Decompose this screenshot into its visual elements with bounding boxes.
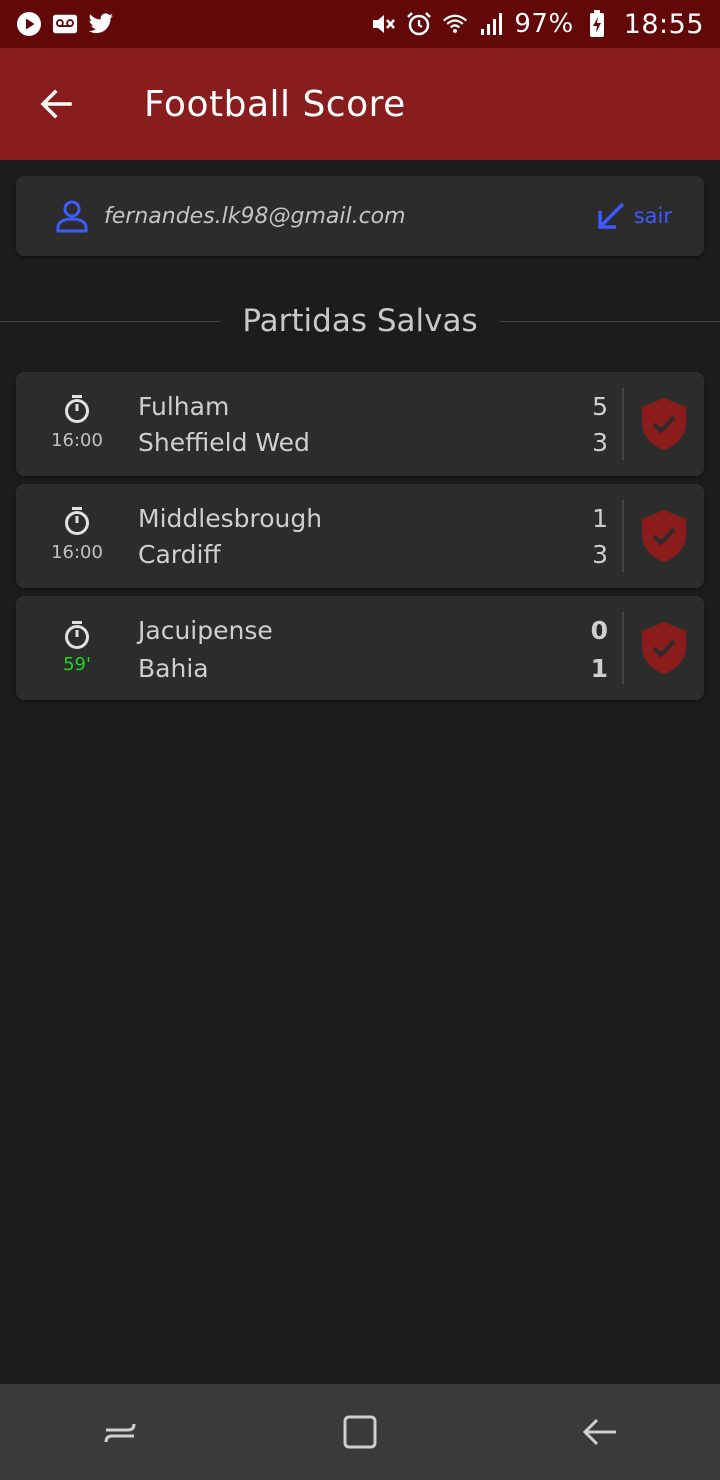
app-bar: Football Score [0, 48, 720, 160]
back-icon [582, 1418, 616, 1446]
saved-match-button[interactable] [636, 618, 692, 678]
user-card: fernandes.lk98@gmail.com sair [16, 176, 704, 256]
match-time: 16:00 [51, 430, 103, 451]
back-nav-button[interactable] [570, 1402, 630, 1462]
battery-charging-icon [584, 10, 610, 37]
saved-match-button[interactable] [636, 394, 692, 454]
match-card[interactable]: 16:00 Fulham Sheffield Wed 5 3 [16, 372, 704, 476]
shield-check-icon [642, 398, 686, 450]
status-bar: 97% 18:55 [0, 0, 720, 48]
recents-icon [104, 1423, 136, 1443]
home-team: Middlesbrough [138, 504, 323, 533]
match-card[interactable]: 16:00 Middlesbrough Cardiff 1 3 [16, 484, 704, 588]
mute-icon [370, 11, 396, 37]
battery-percent: 97% [514, 9, 574, 39]
timer-icon [65, 395, 89, 423]
section-title: Partidas Salvas [242, 303, 478, 339]
person-icon [52, 196, 92, 236]
away-team: Cardiff [138, 540, 221, 569]
home-icon [343, 1415, 377, 1449]
timer-icon [65, 507, 89, 535]
home-team: Fulham [138, 392, 230, 421]
match-list: 16:00 Fulham Sheffield Wed 5 3 16:00 Mid… [16, 372, 704, 708]
wifi-icon [442, 11, 468, 37]
divider-right [499, 320, 720, 322]
away-team: Sheffield Wed [138, 428, 310, 457]
away-score: 3 [592, 428, 608, 457]
status-right: 97% 18:55 [370, 9, 704, 40]
screen: 97% 18:55 Football Score fernandes.lk98@… [0, 0, 720, 1480]
divider-left [0, 320, 221, 322]
card-divider [622, 612, 624, 684]
alarm-icon [406, 11, 432, 37]
arrow-back-icon [40, 89, 72, 119]
card-divider [622, 500, 624, 572]
shield-check-icon [642, 510, 686, 562]
away-score: 3 [592, 540, 608, 569]
home-score: 5 [592, 392, 608, 421]
twitter-icon [88, 11, 114, 37]
match-card[interactable]: 59' Jacuipense Bahia 0 1 [16, 596, 704, 700]
logout-label: sair [633, 204, 672, 228]
home-button[interactable] [330, 1402, 390, 1462]
home-score: 0 [590, 616, 608, 645]
arrow-down-left-icon [597, 202, 624, 229]
system-nav-bar [0, 1384, 720, 1480]
signal-icon [478, 11, 504, 37]
match-time-live: 59' [63, 654, 91, 675]
timer-icon [65, 621, 89, 649]
recents-button[interactable] [90, 1402, 150, 1462]
user-email: fernandes.lk98@gmail.com [104, 203, 406, 229]
card-divider [622, 388, 624, 460]
logout-button[interactable]: sair [594, 199, 672, 233]
away-team: Bahia [138, 654, 209, 683]
home-score: 1 [592, 504, 608, 533]
saved-match-button[interactable] [636, 506, 692, 566]
voicemail-icon [52, 11, 78, 37]
away-score: 1 [590, 654, 608, 683]
status-left [16, 11, 114, 37]
play-circle-icon [16, 11, 42, 37]
section-heading: Partidas Salvas [0, 296, 720, 346]
clock: 18:55 [623, 8, 704, 40]
match-time: 16:00 [51, 542, 103, 563]
back-button[interactable] [26, 74, 86, 134]
app-title: Football Score [144, 83, 406, 125]
shield-check-icon [642, 622, 686, 674]
home-team: Jacuipense [138, 616, 273, 645]
